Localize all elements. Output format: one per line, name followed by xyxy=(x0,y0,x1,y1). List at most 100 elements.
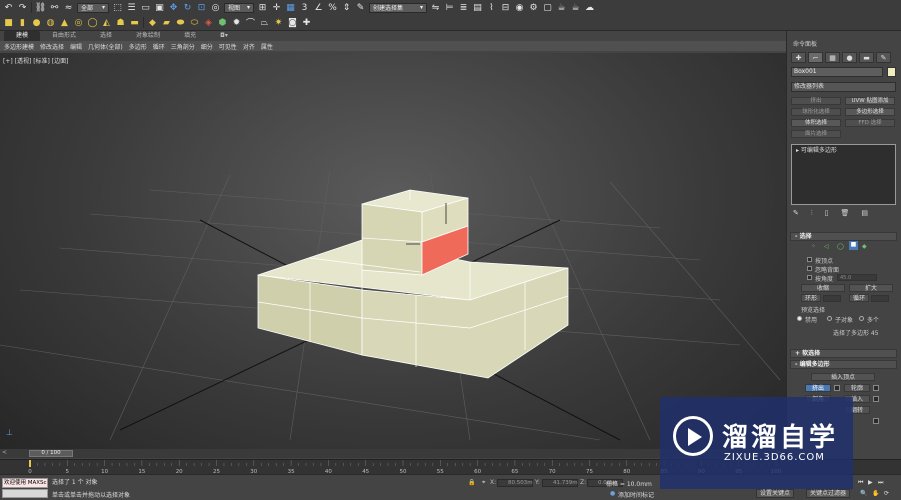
ribbon-item-poly-modeling[interactable]: 多边形建模 xyxy=(4,42,34,51)
play-icon[interactable]: ▶ xyxy=(868,479,873,486)
cone-primitive-icon[interactable]: ▲ xyxy=(59,17,70,28)
extrude-settings-button[interactable] xyxy=(834,385,840,391)
placement-icon[interactable]: ◎ xyxy=(210,2,221,13)
ribbon-tab-object-paint[interactable]: 对象绘制 xyxy=(124,31,172,41)
vertex-mode-icon[interactable]: ⁘ xyxy=(811,243,816,250)
plane-primitive-icon[interactable]: ▬ xyxy=(129,17,140,28)
tower-left-face[interactable] xyxy=(361,203,423,276)
modifier-vol-select-button[interactable]: 体积选择 xyxy=(791,119,841,127)
percent-snap-icon[interactable]: % xyxy=(327,2,338,13)
add-time-tag-icon[interactable]: ● xyxy=(610,490,615,497)
pan-icon[interactable]: ✋ xyxy=(872,490,879,497)
curve-editor-icon[interactable]: ⌇ xyxy=(486,2,497,13)
undo-icon[interactable]: ↶ xyxy=(3,2,14,13)
loop-spinner[interactable] xyxy=(871,295,889,302)
modifier-extrude-button[interactable]: 挤出 xyxy=(791,97,841,105)
cylinder-primitive-icon[interactable]: ▮ xyxy=(17,17,28,28)
lock-selection-icon[interactable]: 🔒 xyxy=(468,479,475,486)
scene-explorer-icon[interactable]: ▤ xyxy=(472,2,483,13)
redo-icon[interactable]: ↷ xyxy=(17,2,28,13)
preview-off-radio[interactable] xyxy=(797,316,802,321)
move-icon[interactable]: ✥ xyxy=(168,2,179,13)
ribbon-item-properties[interactable]: 属性 xyxy=(261,42,273,51)
selection-rollout[interactable]: 选择 xyxy=(790,232,897,241)
by-angle-checkbox[interactable] xyxy=(807,275,812,280)
ribbon-options-icon[interactable]: ◘▾ xyxy=(208,31,240,41)
go-to-start-icon[interactable]: ⏮ xyxy=(858,479,863,487)
light-icon[interactable]: ✷ xyxy=(273,17,284,28)
snaps-toggle-icon[interactable]: 3 xyxy=(299,2,310,13)
modifier-list-dropdown[interactable]: 修改器列表 xyxy=(791,82,896,92)
window-crossing-icon[interactable]: ▣ xyxy=(154,2,165,13)
edit-polygons-rollout[interactable]: 编辑多边形 xyxy=(790,360,897,369)
by-vertex-checkbox[interactable] xyxy=(807,257,812,262)
ribbon-item-triangulation[interactable]: 三角剖分 xyxy=(171,42,195,51)
geosphere-primitive-icon[interactable]: ◍ xyxy=(45,17,56,28)
modifier-uvw-button[interactable]: UVW 贴图添加 xyxy=(845,97,895,105)
pin-stack-icon[interactable]: ✎ xyxy=(793,209,799,218)
modifier-ffd-select-button[interactable]: FFD 选择 xyxy=(845,119,895,127)
rectangle-selection-icon[interactable]: ▭ xyxy=(140,2,151,13)
modifier-spherify-button[interactable]: 球形化选择 xyxy=(791,108,841,116)
schematic-view-icon[interactable]: ⊟ xyxy=(500,2,511,13)
inset-settings-button[interactable] xyxy=(873,396,879,402)
shrink-button[interactable]: 收缩 xyxy=(801,284,845,292)
ribbon-item-align[interactable]: 对齐 xyxy=(243,42,255,51)
pivot-center-icon[interactable]: ⊞ xyxy=(257,2,268,13)
hierarchy-tab-icon[interactable]: ▦ xyxy=(825,52,840,63)
bind-spacewarp-icon[interactable]: ≈ xyxy=(63,2,74,13)
hinge-settings-button[interactable] xyxy=(873,418,879,424)
angle-snap-icon[interactable]: ∠ xyxy=(313,2,324,13)
link-icon[interactable]: ⛓ xyxy=(35,2,46,13)
motion-tab-icon[interactable]: ● xyxy=(842,52,857,63)
configure-sets-icon[interactable]: ▤ xyxy=(861,209,868,218)
make-unique-icon[interactable]: ▯ xyxy=(825,209,829,218)
select-manipulate-icon[interactable]: ✛ xyxy=(271,2,282,13)
prism-icon[interactable]: ⏢ xyxy=(259,17,270,28)
orbit-icon[interactable]: ⟳ xyxy=(884,490,889,497)
mirror-icon[interactable]: ⇋ xyxy=(430,2,441,13)
abs-rel-toggle-icon[interactable]: ⌖ xyxy=(482,479,485,487)
border-mode-icon[interactable]: ◯ xyxy=(837,243,844,250)
show-end-result-icon[interactable]: ⫶ xyxy=(811,209,813,218)
ring-spinner[interactable] xyxy=(823,295,841,302)
utilities-tab-icon[interactable]: ✎ xyxy=(876,52,891,63)
ribbon-item-polygons[interactable]: 多边形 xyxy=(129,42,147,51)
outline-button[interactable]: 轮廓 xyxy=(844,384,870,392)
maxscript-listener[interactable]: 欢迎使用 MAXScr xyxy=(2,478,48,488)
insert-vertex-button[interactable]: 插入顶点 xyxy=(811,373,875,381)
add-time-tag-label[interactable]: 添加时间标记 xyxy=(618,490,654,499)
maxscript-output[interactable] xyxy=(2,489,48,498)
spinner-snap-icon[interactable]: ⇕ xyxy=(341,2,352,13)
time-prev-icon[interactable]: < xyxy=(2,449,7,456)
teapot-primitive-icon[interactable]: ☗ xyxy=(115,17,126,28)
zoom-icon[interactable]: 🔍 xyxy=(860,490,867,497)
align-icon[interactable]: ⊨ xyxy=(444,2,455,13)
grow-button[interactable]: 扩大 xyxy=(849,284,893,292)
select-object-icon[interactable]: ⬚ xyxy=(112,2,123,13)
gengon-icon[interactable]: ⬢ xyxy=(217,17,228,28)
element-mode-icon[interactable]: ◆ xyxy=(862,243,867,250)
extrude-button[interactable]: 挤出 xyxy=(805,384,831,392)
edit-named-selection-icon[interactable]: ✎ xyxy=(355,2,366,13)
tube-primitive-icon[interactable]: ◎ xyxy=(73,17,84,28)
keyboard-shortcut-icon[interactable]: ▦ xyxy=(285,2,296,13)
loop-button[interactable]: 循环 xyxy=(849,294,869,302)
helper-icon[interactable]: ✚ xyxy=(301,17,312,28)
ribbon-item-loops[interactable]: 循环 xyxy=(153,42,165,51)
ignore-backface-checkbox[interactable] xyxy=(807,266,812,271)
modifier-poly-select-button[interactable]: 多边形选择 xyxy=(845,108,895,116)
ribbon-tab-freeform[interactable]: 自由形式 xyxy=(40,31,88,41)
y-coordinate-field[interactable]: 41.739m xyxy=(542,479,578,487)
display-tab-icon[interactable]: ▬ xyxy=(859,52,874,63)
object-color-swatch[interactable] xyxy=(887,67,896,77)
oil-tank-icon[interactable]: ⬬ xyxy=(175,17,186,28)
material-editor-icon[interactable]: ◉ xyxy=(514,2,525,13)
ribbon-item-edit[interactable]: 编辑 xyxy=(70,42,82,51)
ribbon-item-subdivision[interactable]: 细分 xyxy=(201,42,213,51)
named-selection-set-select[interactable]: 创建选择集 xyxy=(369,2,427,13)
edge-mode-icon[interactable]: ◁ xyxy=(824,243,829,250)
time-slider-thumb[interactable]: 0 / 100 xyxy=(29,450,73,457)
ribbon-tab-modeling[interactable]: 建模 xyxy=(4,31,41,41)
rendered-frame-icon[interactable]: ▢ xyxy=(542,2,553,13)
